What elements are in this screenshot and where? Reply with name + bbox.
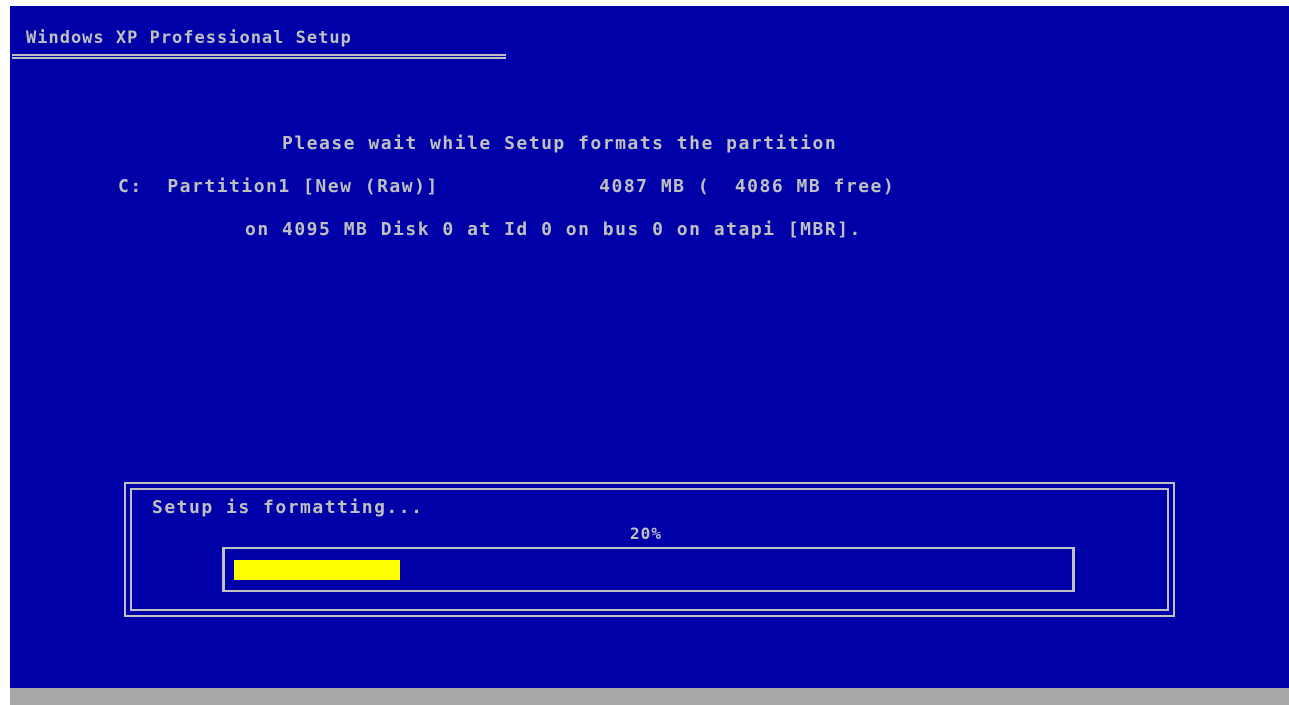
status-bar [10, 688, 1289, 705]
progress-percent: 20% [630, 524, 662, 543]
setup-screen: Windows XP Professional Setup Please wai… [0, 0, 1289, 705]
progress-bar [222, 547, 1075, 592]
progress-label: Setup is formatting... [152, 497, 424, 518]
disk-info: on 4095 MB Disk 0 at Id 0 on bus 0 on at… [245, 219, 862, 240]
progress-fill [234, 560, 400, 580]
partition-info: C: Partition1 [New (Raw)] 4087 MB ( 4086… [118, 176, 896, 197]
setup-title: Windows XP Professional Setup [26, 28, 352, 48]
format-message: Please wait while Setup formats the part… [282, 133, 838, 154]
title-underline [12, 54, 506, 59]
